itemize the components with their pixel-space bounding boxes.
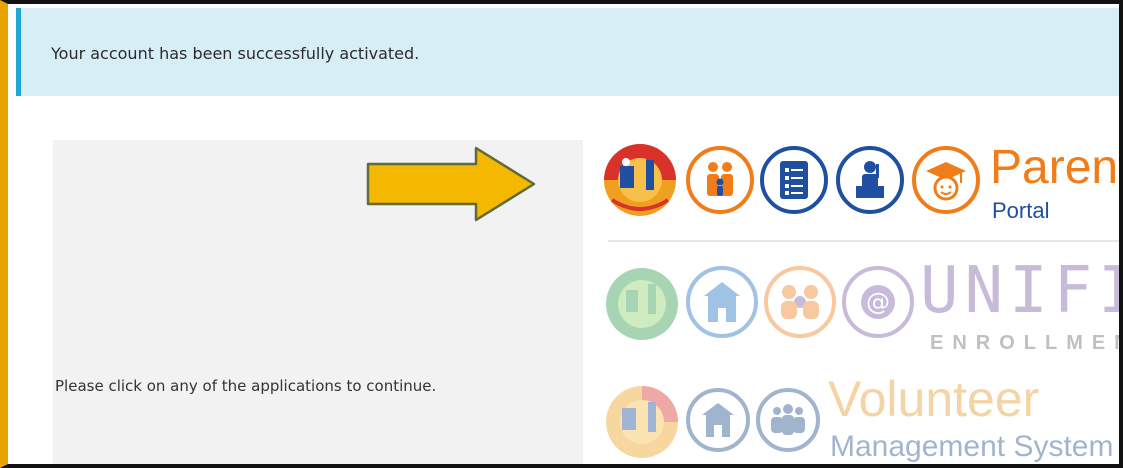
schoolhouse-icon: [686, 266, 758, 338]
parent-portal-subtitle: Portal: [992, 198, 1050, 223]
screenshot-frame: Your account has been successfully activ…: [0, 0, 1123, 468]
parent-portal-title: Parent: [990, 141, 1123, 194]
teacher-icon: [836, 146, 904, 214]
app-volunteer-management[interactable]: Volunteer Management System: [600, 368, 1119, 464]
lausd-seal-icon: [604, 384, 680, 460]
at-sign-icon: @: [842, 266, 914, 338]
volunteer-subtitle: Management System: [830, 430, 1114, 463]
unified-subtitle: ENROLLMENT: [930, 332, 1119, 354]
schoolhouse-icon: [686, 388, 750, 452]
divider: [608, 240, 1119, 242]
report-card-icon: [760, 146, 828, 214]
instruction-text: Please click on any of the applications …: [55, 377, 437, 395]
success-alert: Your account has been successfully activ…: [16, 8, 1119, 96]
app-unified-enrollment[interactable]: @ UNIFIED ENROLLMENT: [600, 244, 1119, 362]
app-parent-portal[interactable]: Parent Portal: [600, 140, 1123, 236]
volunteer-title: Volunteer: [828, 371, 1040, 427]
application-list: Parent Portal @ UNIF ENROLLME Volunteer …: [600, 140, 1123, 464]
people-group-icon: [756, 388, 820, 452]
family-icon: [686, 146, 754, 214]
svg-text:@: @: [866, 288, 890, 316]
lausd-seal-icon: [604, 266, 680, 342]
family-group-icon: [764, 266, 836, 338]
arrow-right-icon: [366, 146, 536, 222]
unified-title: UNIFIED: [920, 254, 1119, 328]
graduate-icon: [912, 146, 980, 214]
alert-message: Your account has been successfully activ…: [51, 44, 420, 63]
lausd-seal-icon: [602, 142, 678, 218]
